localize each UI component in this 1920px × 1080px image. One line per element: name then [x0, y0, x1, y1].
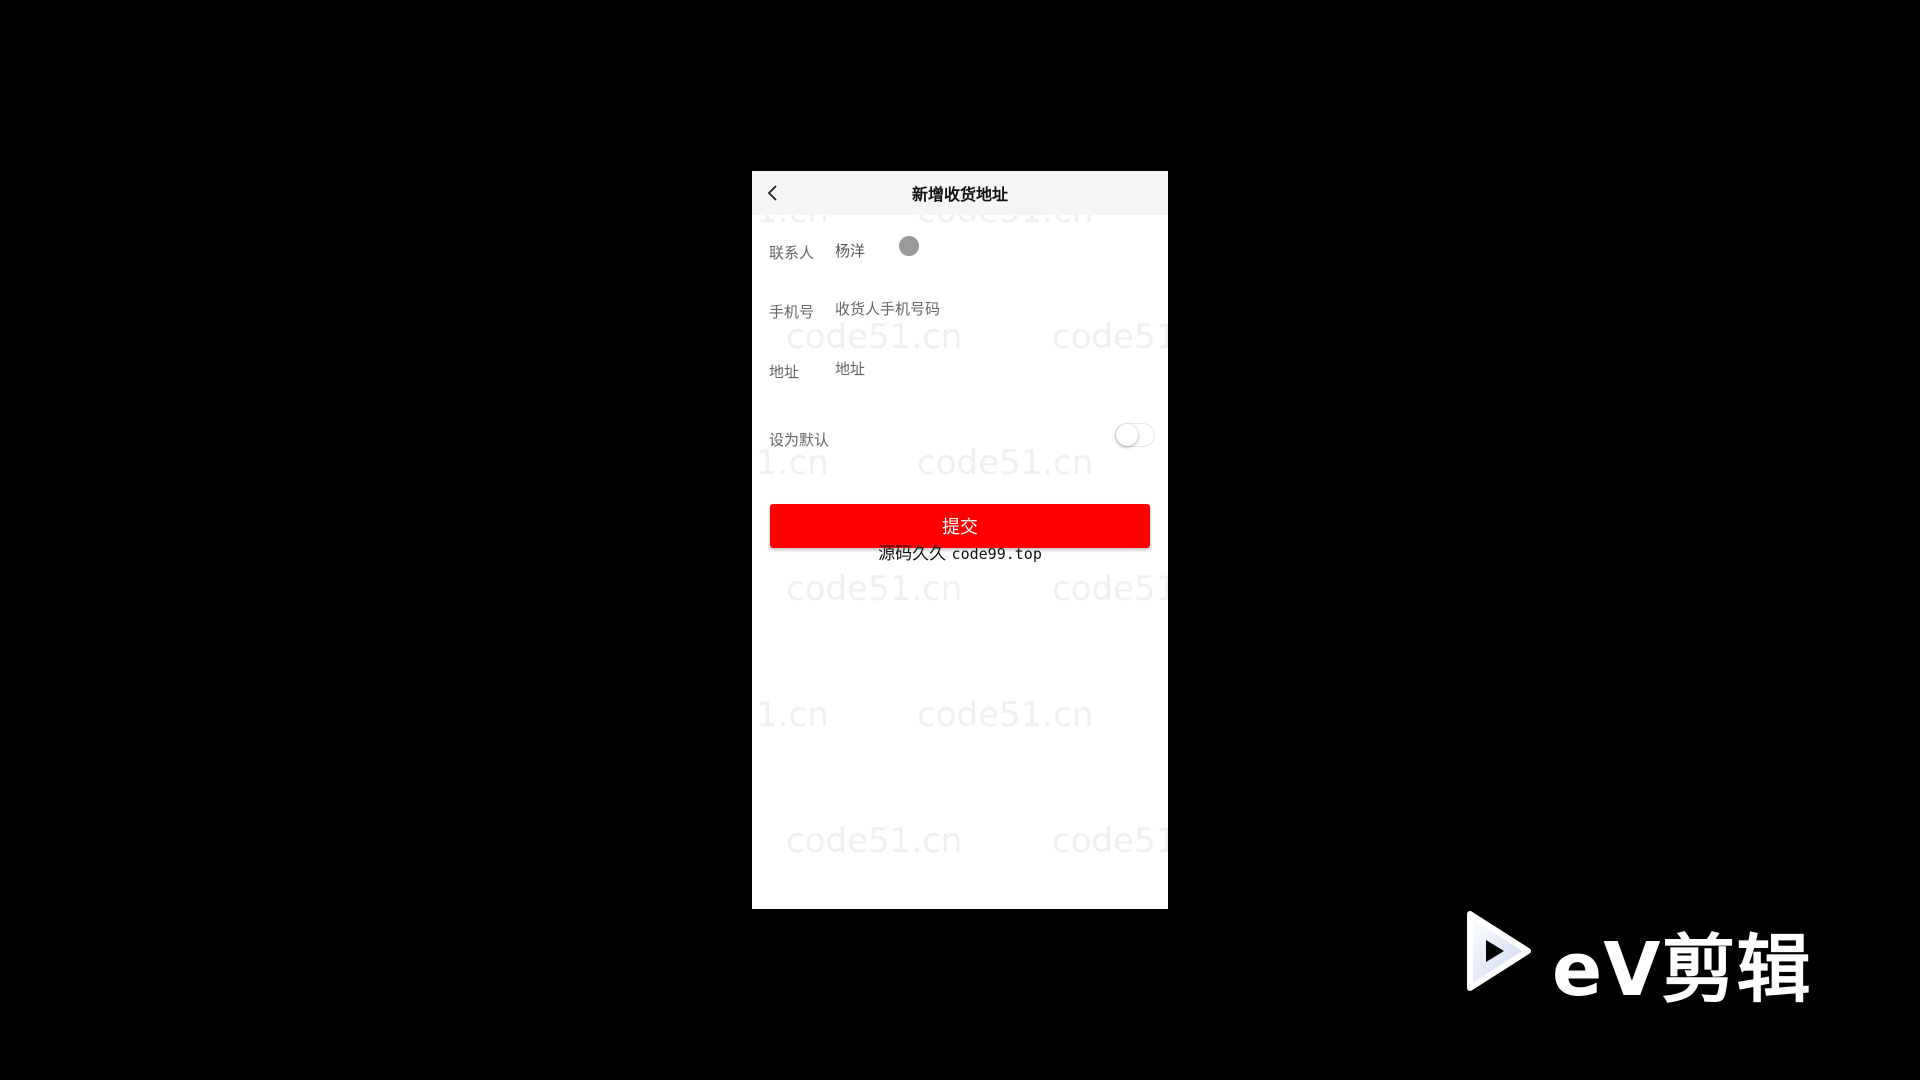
play-logo-icon	[1467, 911, 1531, 991]
page-title: 新增收货地址	[911, 185, 1008, 204]
watermark: code51	[1052, 821, 1168, 861]
phone-row: 手机号	[769, 295, 1149, 325]
contact-input[interactable]	[835, 236, 895, 264]
watermark: code51	[1052, 569, 1168, 609]
nav-bar: 新增收货地址	[752, 171, 1168, 215]
clear-input-icon[interactable]	[899, 236, 919, 256]
watermark: code51.cn	[786, 569, 963, 609]
address-label: 地址	[769, 363, 800, 381]
address-row: 地址	[769, 355, 1149, 385]
address-input[interactable]	[835, 355, 1135, 383]
watermark: code51.cn	[917, 695, 1094, 735]
contact-label: 联系人	[769, 244, 815, 262]
video-editor-logo: eV剪辑	[1450, 906, 1830, 1013]
default-label: 设为默认	[769, 431, 830, 449]
default-toggle[interactable]	[1115, 423, 1155, 447]
contact-row: 联系人	[769, 236, 1149, 266]
phone-label: 手机号	[769, 303, 815, 321]
logo-text: eV剪辑	[1552, 927, 1812, 1013]
phone-screen: 1.cn code51.cn code51.cn code51 1.cn cod…	[752, 171, 1168, 909]
toggle-knob	[1116, 424, 1138, 446]
submit-button[interactable]: 提交	[770, 504, 1150, 548]
watermark: 1.cn	[756, 695, 829, 735]
phone-input[interactable]	[835, 295, 1135, 323]
watermark: code51.cn	[786, 821, 963, 861]
default-row: 设为默认	[769, 423, 1155, 453]
